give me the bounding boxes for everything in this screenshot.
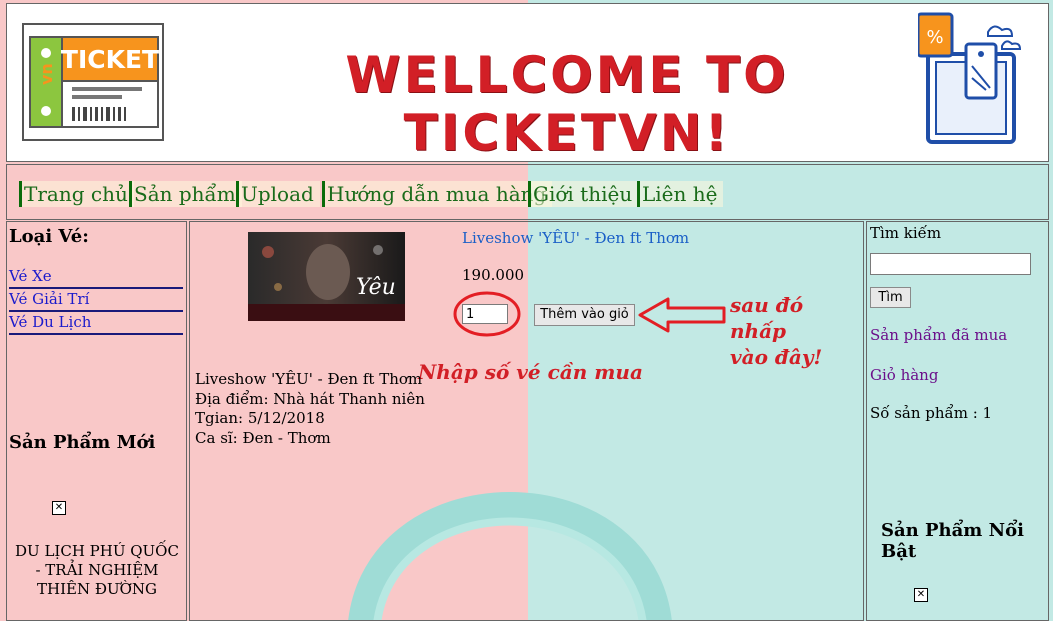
detail-venue: Địa điểm: Nhà hát Thanh niên — [195, 389, 425, 408]
nav-item-guide[interactable]: Hướng dẫn mua hàng — [322, 181, 553, 207]
svg-text:%: % — [926, 27, 943, 48]
left-sidebar: Loại Vé: Vé Xe Vé Giải Trí Vé Du Lịch Sả… — [6, 221, 187, 621]
nav-item-home[interactable]: Trang chủ — [19, 181, 134, 207]
annotation-line-1: sau đó nhấp — [730, 293, 804, 343]
svg-text:vn: vn — [37, 63, 56, 85]
nav-item-about[interactable]: Giới thiệu — [528, 181, 639, 207]
highlight-circle — [453, 291, 521, 337]
product-details: Liveshow 'YÊU' - Đen ft Thơm Địa điểm: N… — [195, 370, 425, 448]
search-label: Tìm kiếm — [870, 224, 942, 242]
red-arrow-icon — [638, 297, 726, 333]
nav-item-contact[interactable]: Liên hệ — [637, 181, 724, 207]
svg-text:TICKET: TICKET — [61, 45, 159, 74]
main-nav: Trang chủ Sản phẩm Upload Hướng dẫn mua … — [6, 164, 1049, 220]
shopping-illustration-icon: % — [918, 12, 1022, 144]
search-input[interactable] — [870, 253, 1031, 275]
annotation-line-2: vào đây! — [730, 345, 823, 369]
product-price: 190.000 — [462, 266, 525, 284]
annotation-click-here: sau đó nhấp vào đây! — [730, 292, 863, 370]
detail-name: Liveshow 'YÊU' - Đen ft Thơm — [195, 370, 423, 388]
featured-products-heading: Sản Phẩm Nổi Bật — [881, 520, 1024, 562]
nav-item-upload[interactable]: Upload — [236, 181, 320, 207]
svg-text:Yêu: Yêu — [356, 275, 396, 300]
category-heading: Loại Vé: — [9, 226, 89, 247]
category-link-entertainment[interactable]: Vé Giải Trí — [9, 288, 183, 312]
search-button[interactable]: Tìm — [870, 287, 911, 308]
cart-link[interactable]: Giỏ hàng — [870, 366, 938, 384]
detail-time: Tgian: 5/12/2018 — [195, 409, 325, 427]
broken-image-icon[interactable]: ✕ — [914, 588, 928, 602]
product-thumbnail[interactable]: Yêu — [248, 232, 405, 321]
nav-item-products[interactable]: Sản phẩm — [129, 181, 242, 207]
broken-image-icon[interactable]: ✕ — [52, 501, 66, 515]
purchased-products-link[interactable]: Sản phẩm đã mua — [870, 326, 1007, 344]
annotation-enter-quantity: Nhập số vé cần mua — [418, 360, 643, 384]
new-product-name[interactable]: DU LỊCH PHÚ QUỐC - TRẢI NGHIỆM THIÊN ĐƯỜ… — [11, 542, 183, 599]
add-to-cart-button[interactable]: Thêm vào giỏ — [534, 304, 635, 326]
product-detail-panel: Yêu Liveshow 'YÊU' - Đen ft Thơm 190.000… — [189, 221, 864, 621]
right-sidebar: Tìm kiếm Tìm Sản phẩm đã mua Giỏ hàng Số… — [866, 221, 1049, 621]
category-link-travel[interactable]: Vé Du Lịch — [9, 311, 183, 335]
new-products-heading: Sản Phẩm Mới — [9, 432, 156, 453]
header-banner: vn TICKET WELLCOME TO TICKETVN! % — [6, 3, 1049, 162]
ticket-logo-icon: vn TICKET — [22, 23, 164, 141]
welcome-title: WELLCOME TO TICKETVN! — [345, 46, 789, 162]
detail-singer: Ca sĩ: Đen - Thơm — [195, 428, 331, 447]
category-link-bus[interactable]: Vé Xe — [9, 265, 183, 289]
product-title-link[interactable]: Liveshow 'YÊU' - Đen ft Thơm — [462, 229, 689, 247]
product-count: Số sản phẩm : 1 — [870, 404, 993, 422]
